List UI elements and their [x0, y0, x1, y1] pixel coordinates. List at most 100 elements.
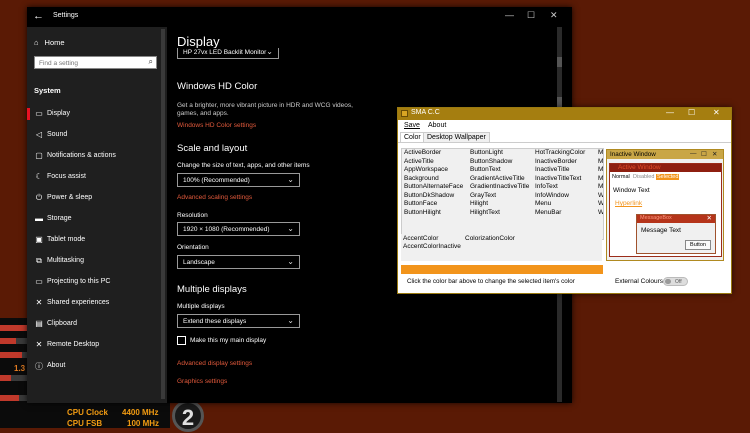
color-item[interactable]: ButtonLight	[470, 149, 529, 158]
close-icon[interactable]: ✕	[550, 10, 558, 21]
color-item[interactable]: ButtonShadow	[470, 158, 529, 167]
color-item[interactable]: InactiveTitleText	[535, 175, 585, 184]
tab-color[interactable]: Color	[400, 132, 425, 142]
color-item[interactable]: ColorizationColor	[465, 235, 515, 243]
color-item[interactable]: M	[598, 175, 603, 184]
advanced-display-link[interactable]: Advanced display settings	[177, 360, 252, 367]
sidebar-item-about[interactable]: ⓘ About	[27, 356, 167, 376]
sidebar-item-label: Projecting to this PC	[47, 278, 111, 285]
color-item-list[interactable]: ActiveBorder ActiveTitle AppWorkspace Ba…	[401, 148, 604, 240]
graphics-settings-link[interactable]: Graphics settings	[177, 378, 227, 385]
color-item[interactable]: W	[598, 200, 603, 209]
hd-color-settings-link[interactable]: Windows HD Color settings	[177, 122, 256, 129]
speaker-icon: ◁	[35, 130, 43, 139]
sidebar-item-power[interactable]: ⏻ Power & sleep	[27, 188, 167, 208]
sidebar-item-notifications[interactable]: ▢ Notifications & actions	[27, 146, 167, 166]
minimize-icon[interactable]: —	[505, 10, 514, 20]
color-item[interactable]: InfoText	[535, 183, 585, 192]
sidebar-item-projecting[interactable]: ▭ Projecting to this PC	[27, 272, 167, 292]
color-item[interactable]: InactiveTitle	[535, 166, 585, 175]
app-icon	[401, 110, 408, 117]
cpu-bar	[0, 375, 27, 381]
color-item[interactable]: M	[598, 166, 603, 175]
color-item[interactable]: ButtonText	[470, 166, 529, 175]
minimize-icon[interactable]: —	[666, 108, 674, 117]
color-item[interactable]: Menu	[535, 200, 585, 209]
color-item[interactable]: Background	[404, 175, 463, 184]
minimize-icon: —	[690, 150, 697, 157]
monitor-select[interactable]: HP 27vx LED Backlit Monitor ⌄	[177, 47, 279, 59]
color-item[interactable]: W	[598, 192, 603, 201]
back-arrow-icon[interactable]: ←	[33, 10, 44, 22]
sidebar-item-sound[interactable]: ◁ Sound	[27, 125, 167, 145]
color-item[interactable]: ButtonAlternateFace	[404, 183, 463, 192]
color-item[interactable]: MenuBar	[535, 209, 585, 218]
color-item[interactable]: AccentColorInactive	[403, 243, 461, 251]
color-item[interactable]: M	[598, 183, 603, 192]
resolution-label: Resolution	[177, 212, 208, 219]
color-editor-titlebar: SMA C.C — ☐ ✕	[398, 108, 731, 120]
messagebox-preview: MessageBox ✕ Message Text Button	[636, 214, 716, 254]
orientation-dropdown[interactable]: Landscape ⌄	[177, 255, 300, 269]
search-input[interactable]	[35, 58, 139, 68]
scroll-thumb[interactable]	[557, 97, 562, 107]
color-item[interactable]: ButtonFace	[404, 200, 463, 209]
menu-save[interactable]: Save	[404, 122, 420, 129]
maximize-icon[interactable]: ☐	[688, 108, 695, 117]
menu-normal: Normal	[612, 174, 630, 180]
color-column: M M M M M W W W	[598, 149, 603, 218]
tab-desktop-wallpaper[interactable]: Desktop Wallpaper	[423, 132, 490, 142]
close-icon: ✕	[706, 215, 712, 222]
color-item[interactable]: ActiveTitle	[404, 158, 463, 167]
sidebar-item-label: Clipboard	[47, 320, 77, 327]
external-colours-toggle[interactable]: Off	[663, 277, 688, 286]
color-item[interactable]: AccentColor	[403, 235, 438, 243]
color-editor-window: SMA C.C — ☐ ✕ Save About Color Desktop W…	[397, 107, 732, 294]
color-item[interactable]: ButtonHilight	[404, 209, 463, 218]
color-item[interactable]: AppWorkspace	[404, 166, 463, 175]
color-item[interactable]: HilightText	[470, 209, 529, 218]
color-item[interactable]: GradientActiveTitle	[470, 175, 529, 184]
accent-color-list[interactable]: AccentColor ColorizationColor AccentColo…	[401, 234, 602, 261]
color-bar[interactable]	[401, 265, 603, 274]
color-item[interactable]: InfoWindow	[535, 192, 585, 201]
color-item[interactable]: ButtonDkShadow	[404, 192, 463, 201]
color-item[interactable]: InactiveBorder	[535, 158, 585, 167]
menu-about[interactable]: About	[428, 122, 446, 129]
window-title: Settings	[53, 12, 79, 19]
sidebar-item-remote-desktop[interactable]: ✕ Remote Desktop	[27, 335, 167, 355]
sidebar-item-label: Multitasking	[47, 257, 84, 264]
home-icon: ⌂	[34, 38, 39, 47]
moon-icon: ☾	[35, 172, 43, 181]
sidebar-item-focus-assist[interactable]: ☾ Focus assist	[27, 167, 167, 187]
multiple-displays-dropdown[interactable]: Extend these displays ⌄	[177, 314, 300, 328]
color-item[interactable]: W	[598, 209, 603, 218]
color-column: ActiveBorder ActiveTitle AppWorkspace Ba…	[404, 149, 463, 217]
sidebar-item-clipboard[interactable]: ▤ Clipboard	[27, 314, 167, 334]
sidebar-scrollbar[interactable]	[161, 29, 165, 399]
color-item[interactable]: GrayText	[470, 192, 529, 201]
color-item[interactable]: ActiveBorder	[404, 149, 463, 158]
color-item[interactable]: M	[598, 149, 603, 158]
sidebar-item-storage[interactable]: ▬ Storage	[27, 209, 167, 229]
maximize-icon[interactable]: ☐	[527, 10, 535, 21]
color-item[interactable]: HotTrackingColor	[535, 149, 585, 158]
sidebar-item-multitasking[interactable]: ⧉ Multitasking	[27, 251, 167, 271]
color-item[interactable]: M	[598, 158, 603, 167]
search-box[interactable]: ⌕	[34, 56, 157, 69]
scroll-thumb[interactable]	[557, 57, 562, 67]
advanced-scaling-link[interactable]: Advanced scaling settings	[177, 194, 252, 201]
home-nav[interactable]: ⌂ Home	[34, 38, 65, 47]
sidebar-item-display[interactable]: ▭ Display	[27, 104, 167, 124]
inactive-title: Inactive Window	[610, 151, 656, 158]
main-display-checkbox[interactable]	[177, 336, 186, 345]
scale-dropdown[interactable]: 100% (Recommended) ⌄	[177, 173, 300, 187]
color-item[interactable]: GradientInactiveTitle	[470, 183, 529, 192]
close-icon[interactable]: ✕	[713, 108, 720, 117]
sidebar-item-tablet-mode[interactable]: ▣ Tablet mode	[27, 230, 167, 250]
sidebar-item-shared-experiences[interactable]: ✕ Shared experiences	[27, 293, 167, 313]
color-item[interactable]: Hilight	[470, 200, 529, 209]
resolution-dropdown[interactable]: 1920 × 1080 (Recommended) ⌄	[177, 222, 300, 236]
page-title: Display	[177, 34, 220, 49]
multitasking-icon: ⧉	[36, 256, 42, 265]
